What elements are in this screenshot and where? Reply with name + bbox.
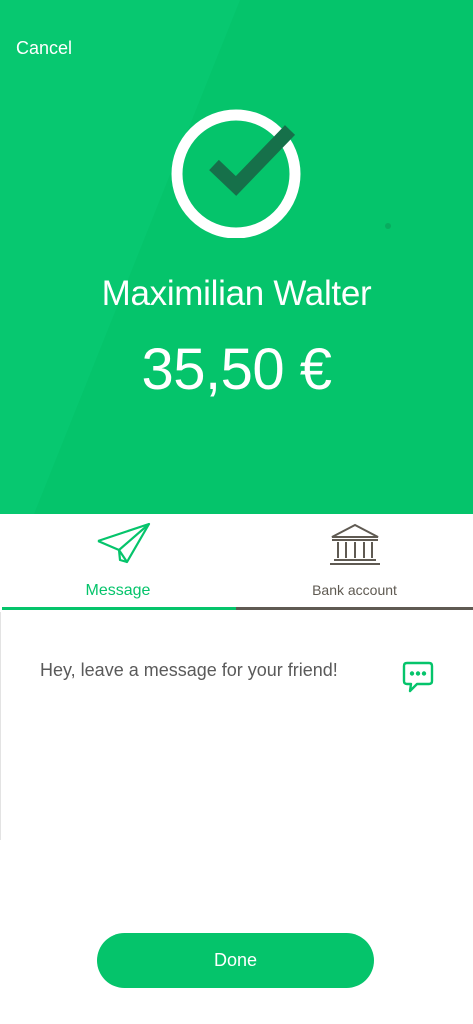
payment-header: Cancel Maximilian Walter 35,50 €	[0, 0, 473, 514]
recipient-name: Maximilian Walter	[101, 274, 372, 313]
active-tab-indicator	[2, 607, 236, 610]
decorative-dot	[385, 223, 391, 229]
chat-bubble-icon[interactable]	[402, 661, 434, 693]
message-input[interactable]	[40, 660, 380, 681]
tab-bank-account[interactable]: Bank account	[236, 514, 473, 612]
paper-plane-icon	[97, 522, 151, 564]
inactive-tab-indicator	[236, 607, 473, 610]
tab-message-label: Message	[85, 582, 151, 599]
done-button[interactable]: Done	[97, 933, 374, 988]
content-divider	[0, 612, 1, 840]
payment-amount: 35,50 €	[141, 337, 332, 402]
bank-icon	[330, 523, 380, 565]
tab-message[interactable]: Message	[0, 514, 236, 612]
tab-bank-account-label: Bank account	[312, 582, 397, 598]
cancel-button[interactable]: Cancel	[16, 38, 72, 59]
tab-bar: Message Bank account	[0, 514, 473, 612]
payment-success-screen: Cancel Maximilian Walter 35,50 € Message	[0, 0, 473, 1024]
background-diagonal-shape	[0, 0, 240, 514]
success-check-icon	[170, 108, 306, 239]
